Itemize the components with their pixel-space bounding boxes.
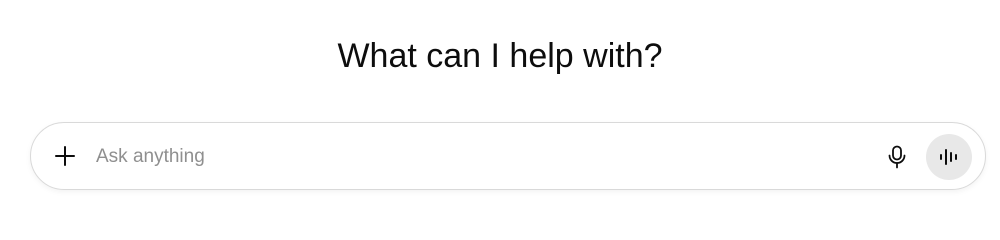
audio-waveform-icon	[939, 148, 959, 166]
chat-landing: What can I help with?	[0, 0, 1000, 216]
page-title: What can I help with?	[337, 37, 663, 75]
plus-icon	[54, 145, 76, 167]
microphone-icon	[887, 145, 907, 169]
prompt-composer	[30, 122, 986, 190]
dictate-button[interactable]	[881, 141, 913, 173]
add-attachment-button[interactable]	[49, 140, 81, 172]
prompt-input[interactable]	[96, 143, 856, 171]
voice-mode-button[interactable]	[926, 134, 972, 180]
